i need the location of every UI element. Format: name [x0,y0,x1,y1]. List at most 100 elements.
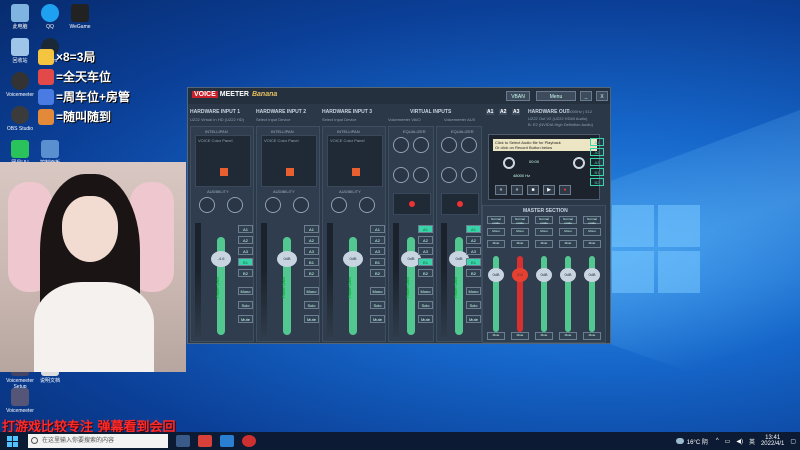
strip-1-device[interactable]: UZ22 Virtual In HD (UZ22 HD) [190,117,244,122]
strip-3-device[interactable]: Select Input Device [322,117,356,122]
pan-cursor[interactable] [286,168,294,176]
solo-button[interactable]: Solo [370,301,385,309]
route-a2-button[interactable]: A2 [238,236,253,244]
master-mono-button[interactable]: Mono [559,228,577,236]
out-a3-button[interactable]: A3 [590,158,604,166]
start-button[interactable] [0,432,24,450]
normal-mode-button[interactable]: Normal mode [559,216,577,225]
rewind-button[interactable]: « [495,185,507,195]
route-b1-button[interactable]: B1 [238,258,253,266]
fader-knob[interactable]: -4.6 [211,251,231,267]
color-panel[interactable]: VOICE Color Panel [261,135,317,187]
route-b1-button[interactable]: B1 [370,258,385,266]
route-a3-button[interactable]: A3 [238,247,253,255]
menu-button[interactable]: Menu [536,91,576,101]
route-a3-button[interactable]: A3 [466,247,481,255]
k-button[interactable]: Solo [466,301,481,309]
master-fader-knob[interactable]: 2.0 [512,268,528,282]
route-b2-button[interactable]: B2 [304,269,319,277]
normal-mode-button[interactable]: Normal mode [487,216,505,225]
bass-knob-2[interactable] [461,167,477,183]
color-panel[interactable]: VOICE Color Panel [327,135,383,187]
master-fader-knob[interactable]: 0dB [536,268,552,282]
pan-cursor[interactable] [220,168,228,176]
out-a1-button[interactable]: A1 [590,138,604,146]
bass-knob[interactable] [393,167,409,183]
fader-knob[interactable]: 0dB [343,251,363,267]
route-a3-button[interactable]: A3 [418,247,433,255]
treble-knob[interactable] [393,137,409,153]
master-eq-button[interactable]: Mute [583,240,601,248]
route-a2-button[interactable]: A2 [370,236,385,244]
normal-mode-button[interactable]: Normal mode [535,216,553,225]
comp-knob[interactable] [331,197,347,213]
route-a2-button[interactable]: A2 [418,236,433,244]
taskbar-search[interactable]: 在这里输入你要搜索的内容 [28,434,168,448]
route-a1-button[interactable]: A1 [238,225,253,233]
mute-button[interactable]: Mute [304,315,319,323]
bus-a1-selector[interactable]: A1 [486,109,495,115]
comp-knob[interactable] [199,197,215,213]
volume-icon[interactable]: ◀) [736,438,743,445]
close-button[interactable]: X [596,91,608,101]
desktop-icon-voicemeeter-2[interactable]: Voicemeeter [2,388,38,414]
normal-mode-button[interactable]: Normal mode [583,216,601,225]
route-a1-button[interactable]: A1 [418,225,433,233]
mute-button[interactable]: Mute [466,315,481,323]
route-a1-button[interactable]: A1 [466,225,481,233]
master-mute-button[interactable]: Mute [559,332,577,340]
master-mono-button[interactable]: Mono [487,228,505,236]
play-button[interactable]: ▶ [543,185,555,195]
color-panel[interactable]: VOICE Color Panel [195,135,251,187]
master-eq-button[interactable]: Mute [487,240,505,248]
master-mute-button[interactable]: Mute [487,332,505,340]
pan-cursor[interactable] [352,168,360,176]
taskbar-app-3-icon[interactable] [242,435,256,447]
master-fader-knob[interactable]: 0dB [488,268,504,282]
desktop-icon-wegame[interactable]: WeGame [62,4,98,30]
master-eq-button[interactable]: Mute [511,240,529,248]
route-a2-button[interactable]: A2 [466,236,481,244]
comp-knob[interactable] [265,197,281,213]
treble-knob-2[interactable] [413,137,429,153]
route-b2-button[interactable]: B2 [370,269,385,277]
clock[interactable]: 13:41 2022/4/1 [761,435,784,447]
route-a3-button[interactable]: A3 [370,247,385,255]
master-fader-knob[interactable]: 0dB [560,268,576,282]
mc-button[interactable]: Mono [418,287,433,295]
bus-a2-selector[interactable]: A2 [499,109,508,115]
route-a1-button[interactable]: A1 [370,225,385,233]
treble-knob[interactable] [441,137,457,153]
master-mono-button[interactable]: Mono [583,228,601,236]
out-a2-button[interactable]: A2 [590,148,604,156]
bass-knob-2[interactable] [413,167,429,183]
voicemeeter-titlebar[interactable]: VOICE MEETER Banana VBAN Menu _ X [188,88,610,104]
weather-text[interactable]: 16°C 阴 [687,437,708,446]
route-b2-button[interactable]: B2 [466,269,481,277]
notification-icon[interactable]: ▢ [790,438,796,445]
route-b2-button[interactable]: B2 [238,269,253,277]
master-mono-button[interactable]: Mono [511,228,529,236]
mono-button[interactable]: Mono [238,287,253,295]
minimize-button[interactable]: _ [580,91,592,101]
bus-a3-selector[interactable]: A3 [512,109,521,115]
taskbar-app-1-icon[interactable] [198,435,212,447]
route-b1-button[interactable]: B1 [466,258,481,266]
mc-button[interactable]: Mono [466,287,481,295]
normal-mode-button[interactable]: Normal mode [511,216,529,225]
strip-1-title[interactable]: HARDWARE INPUT 1 [190,109,240,115]
k-button[interactable]: Solo [418,301,433,309]
desktop-icon-obs[interactable]: OBS Studio [2,106,38,132]
route-a3-button[interactable]: A3 [304,247,319,255]
playback-file-selector[interactable]: Click to Select Audio file for Playback … [493,139,597,151]
strip-3-title[interactable]: HARDWARE INPUT 3 [322,109,372,115]
route-a1-button[interactable]: A1 [304,225,319,233]
gate-knob[interactable] [293,197,309,213]
solo-button[interactable]: Solo [304,301,319,309]
gate-knob[interactable] [359,197,375,213]
master-mute-button[interactable]: Mute [511,332,529,340]
hardware-out-device-2[interactable]: B: E2 (NVIDIA High Definition Audio) [528,122,593,127]
strip-2-title[interactable]: HARDWARE INPUT 2 [256,109,306,115]
strip-2-device[interactable]: Select Input Device [256,117,290,122]
fader-knob[interactable]: 0dB [277,251,297,267]
